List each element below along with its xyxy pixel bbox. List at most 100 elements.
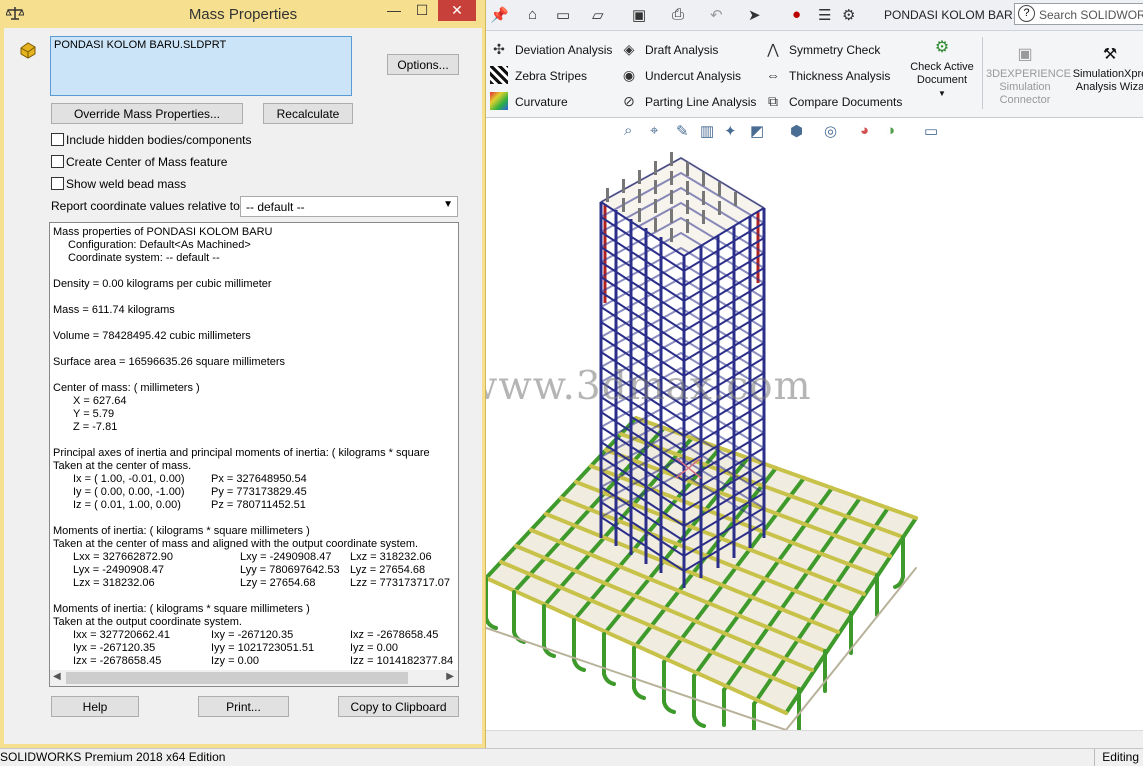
symmetry-check-button[interactable]: ⋀ Symmetry Check [764, 40, 899, 58]
3dexperience-simulation-connector-button[interactable]: ▣ 3DEXPERIENCE Simulation Connector [986, 47, 1071, 107]
izx: Izx = -2678658.45 [73, 655, 162, 667]
check-active-label-2: Document [916, 74, 968, 86]
compare-documents-button[interactable]: ⧉ Compare Documents [764, 92, 903, 110]
undercut-analysis-button[interactable]: ◉ Undercut Analysis [620, 66, 755, 84]
check-active-icon: ⚙ [934, 39, 950, 56]
principal-axes-subtitle: Taken at the center of mass. [53, 460, 192, 472]
create-center-of-mass-label: Create Center of Mass feature [66, 155, 228, 169]
report-horizontal-scrollbar[interactable]: ◀ ▶ [50, 670, 458, 686]
density-line: Density = 0.00 kilograms per cubic milli… [53, 278, 272, 290]
vertical-bar-end [654, 199, 657, 213]
recalculate-button[interactable]: Recalculate [263, 103, 353, 124]
vertical-bar-end [654, 180, 657, 194]
moment-pz: Pz = 780711452.51 [211, 499, 306, 511]
graphics-area[interactable]: ⌕ ⌖ ✎ ▥ ✦ ◩ ⬢ ◎ ◕ ◑ ▭ ww.3dmax.com [486, 118, 1143, 730]
parting-line-analysis-button[interactable]: ⊘ Parting Line Analysis [620, 92, 756, 110]
selection-list[interactable]: PONDASI KOLOM BARU.SLDPRT [50, 36, 352, 96]
close-button[interactable]: ✕ [438, 0, 476, 21]
document-title: PONDASI KOLOM BAR... [884, 8, 1023, 22]
help-button[interactable]: Help [51, 696, 139, 717]
print-button[interactable]: Print... [198, 696, 289, 717]
vertical-bar-end [622, 198, 625, 212]
iyx: Iyx = -267120.35 [73, 642, 156, 654]
options-gear-icon[interactable]: ⚙ [842, 6, 855, 24]
undercut-analysis-icon: ◉ [622, 67, 636, 83]
zebra-stripes-button[interactable]: Zebra Stripes [490, 66, 618, 84]
thickness-analysis-label: Thickness Analysis [789, 69, 891, 83]
vertical-bar-end [670, 209, 673, 223]
print-icon[interactable]: ⎙ [672, 6, 684, 23]
show-weld-bead-mass-checkbox[interactable] [51, 177, 64, 190]
status-divider [1094, 749, 1095, 766]
scroll-right-icon[interactable]: ▶ [446, 671, 454, 682]
chevron-down-icon: ▼ [938, 89, 946, 98]
center-of-mass-y: Y = 5.79 [73, 408, 115, 420]
ixx: Ixx = 327720662.41 [73, 629, 170, 641]
thickness-analysis-button[interactable]: ⇔ Thickness Analysis [764, 66, 899, 84]
vertical-bar-end [670, 190, 673, 204]
graphics-horizontal-scrollbar[interactable] [486, 730, 1143, 749]
draft-analysis-icon: ◈ [623, 41, 635, 57]
mass-properties-report[interactable]: Mass properties of PONDASI KOLOM BARU Co… [49, 222, 459, 687]
vertical-bar-end [686, 200, 689, 214]
open-folder-icon[interactable]: ▱ [592, 6, 604, 24]
home-icon[interactable]: ⌂ [528, 6, 537, 23]
moments-output-subtitle: Taken at the output coordinate system. [53, 616, 242, 628]
deviation-analysis-button[interactable]: ✣ Deviation Analysis [490, 40, 618, 58]
vertical-bar-end [686, 162, 689, 176]
vertical-bar-end [686, 219, 689, 233]
lxx: Lxx = 327662872.90 [73, 551, 174, 563]
options-button[interactable]: Options... [387, 54, 459, 75]
moments-com-subtitle: Taken at the center of mass and aligned … [53, 538, 419, 550]
lyx: Lyx = -2490908.47 [73, 564, 165, 576]
copy-to-clipboard-button[interactable]: Copy to Clipboard [338, 696, 459, 717]
ribbon-divider [982, 37, 983, 109]
override-mass-properties-button[interactable]: Override Mass Properties... [51, 103, 243, 124]
dialog-body: PONDASI KOLOM BARU.SLDPRT Options... Ove… [4, 28, 482, 744]
center-of-mass-x: X = 627.64 [73, 395, 127, 407]
lzz: Lzz = 773173717.07 [350, 577, 451, 589]
coordinate-system-select[interactable]: -- default -- ▼ [240, 196, 458, 217]
compare-documents-label: Compare Documents [789, 95, 903, 109]
draft-analysis-label: Draft Analysis [645, 43, 719, 57]
watermark-text: 莫西网www.3dmax.com [486, 364, 812, 409]
save-icon[interactable]: ▣ [632, 6, 646, 24]
solidworks-window: 📌 ⌂ ▭ ▱ ▣ ⎙ ↶ ➤ ● ☰ ⚙ PONDASI KOLOM BAR.… [486, 0, 1143, 749]
simulationxpress-button[interactable]: ⚒ SimulationXpre Analysis Wiza [1070, 48, 1143, 94]
draft-analysis-button[interactable]: ◈ Draft Analysis [620, 40, 755, 58]
select-cursor-icon[interactable]: ➤ [748, 6, 761, 24]
vertical-bar-end [622, 179, 625, 193]
vertical-bar-end [606, 188, 609, 202]
vertical-bar-end [638, 189, 641, 203]
dialog-titlebar[interactable]: Mass Properties — ☐ ✕ [0, 0, 486, 28]
lyy: Lyy = 780697642.53 [240, 564, 340, 576]
check-active-document-button[interactable]: ⚙ Check Active Document ▼ [904, 39, 980, 100]
vertical-bar-end [654, 161, 657, 175]
undo-icon[interactable]: ↶ [710, 6, 723, 24]
pin-icon[interactable]: 📌 [490, 6, 509, 24]
scroll-left-icon[interactable]: ◀ [53, 671, 61, 682]
connector-label: Connector [999, 94, 1051, 106]
product-edition: SOLIDWORKS Premium 2018 x64 Edition [0, 750, 226, 764]
minimize-button[interactable]: — [380, 0, 408, 21]
rebar-model [486, 152, 918, 730]
axis-ix: Ix = ( 1.00, -0.01, 0.00) [73, 473, 185, 485]
curvature-button[interactable]: Curvature [490, 92, 618, 110]
parting-line-analysis-icon: ⊘ [623, 93, 635, 109]
chevron-down-icon: ▼ [443, 199, 453, 210]
maximize-button[interactable]: ☐ [408, 0, 436, 21]
ixz: Ixz = -2678658.45 [350, 629, 439, 641]
moment-py: Py = 773173829.45 [211, 486, 307, 498]
create-center-of-mass-checkbox[interactable] [51, 155, 64, 168]
rebuild-icon[interactable]: ● [792, 6, 801, 23]
moments-output-title: Moments of inertia: ( kilograms * square… [53, 603, 310, 615]
search-solidworks-input[interactable]: ? Search SOLIDWORKS [1014, 3, 1143, 25]
coordinate-label: Report coordinate values relative to: [51, 199, 244, 213]
new-document-icon[interactable]: ▭ [556, 6, 570, 24]
undercut-analysis-label: Undercut Analysis [645, 69, 742, 83]
file-properties-icon[interactable]: ☰ [818, 6, 831, 24]
curvature-icon [490, 92, 508, 110]
scrollbar-thumb[interactable] [66, 672, 408, 684]
include-hidden-bodies-checkbox[interactable] [51, 133, 64, 146]
deviation-analysis-label: Deviation Analysis [515, 43, 613, 57]
